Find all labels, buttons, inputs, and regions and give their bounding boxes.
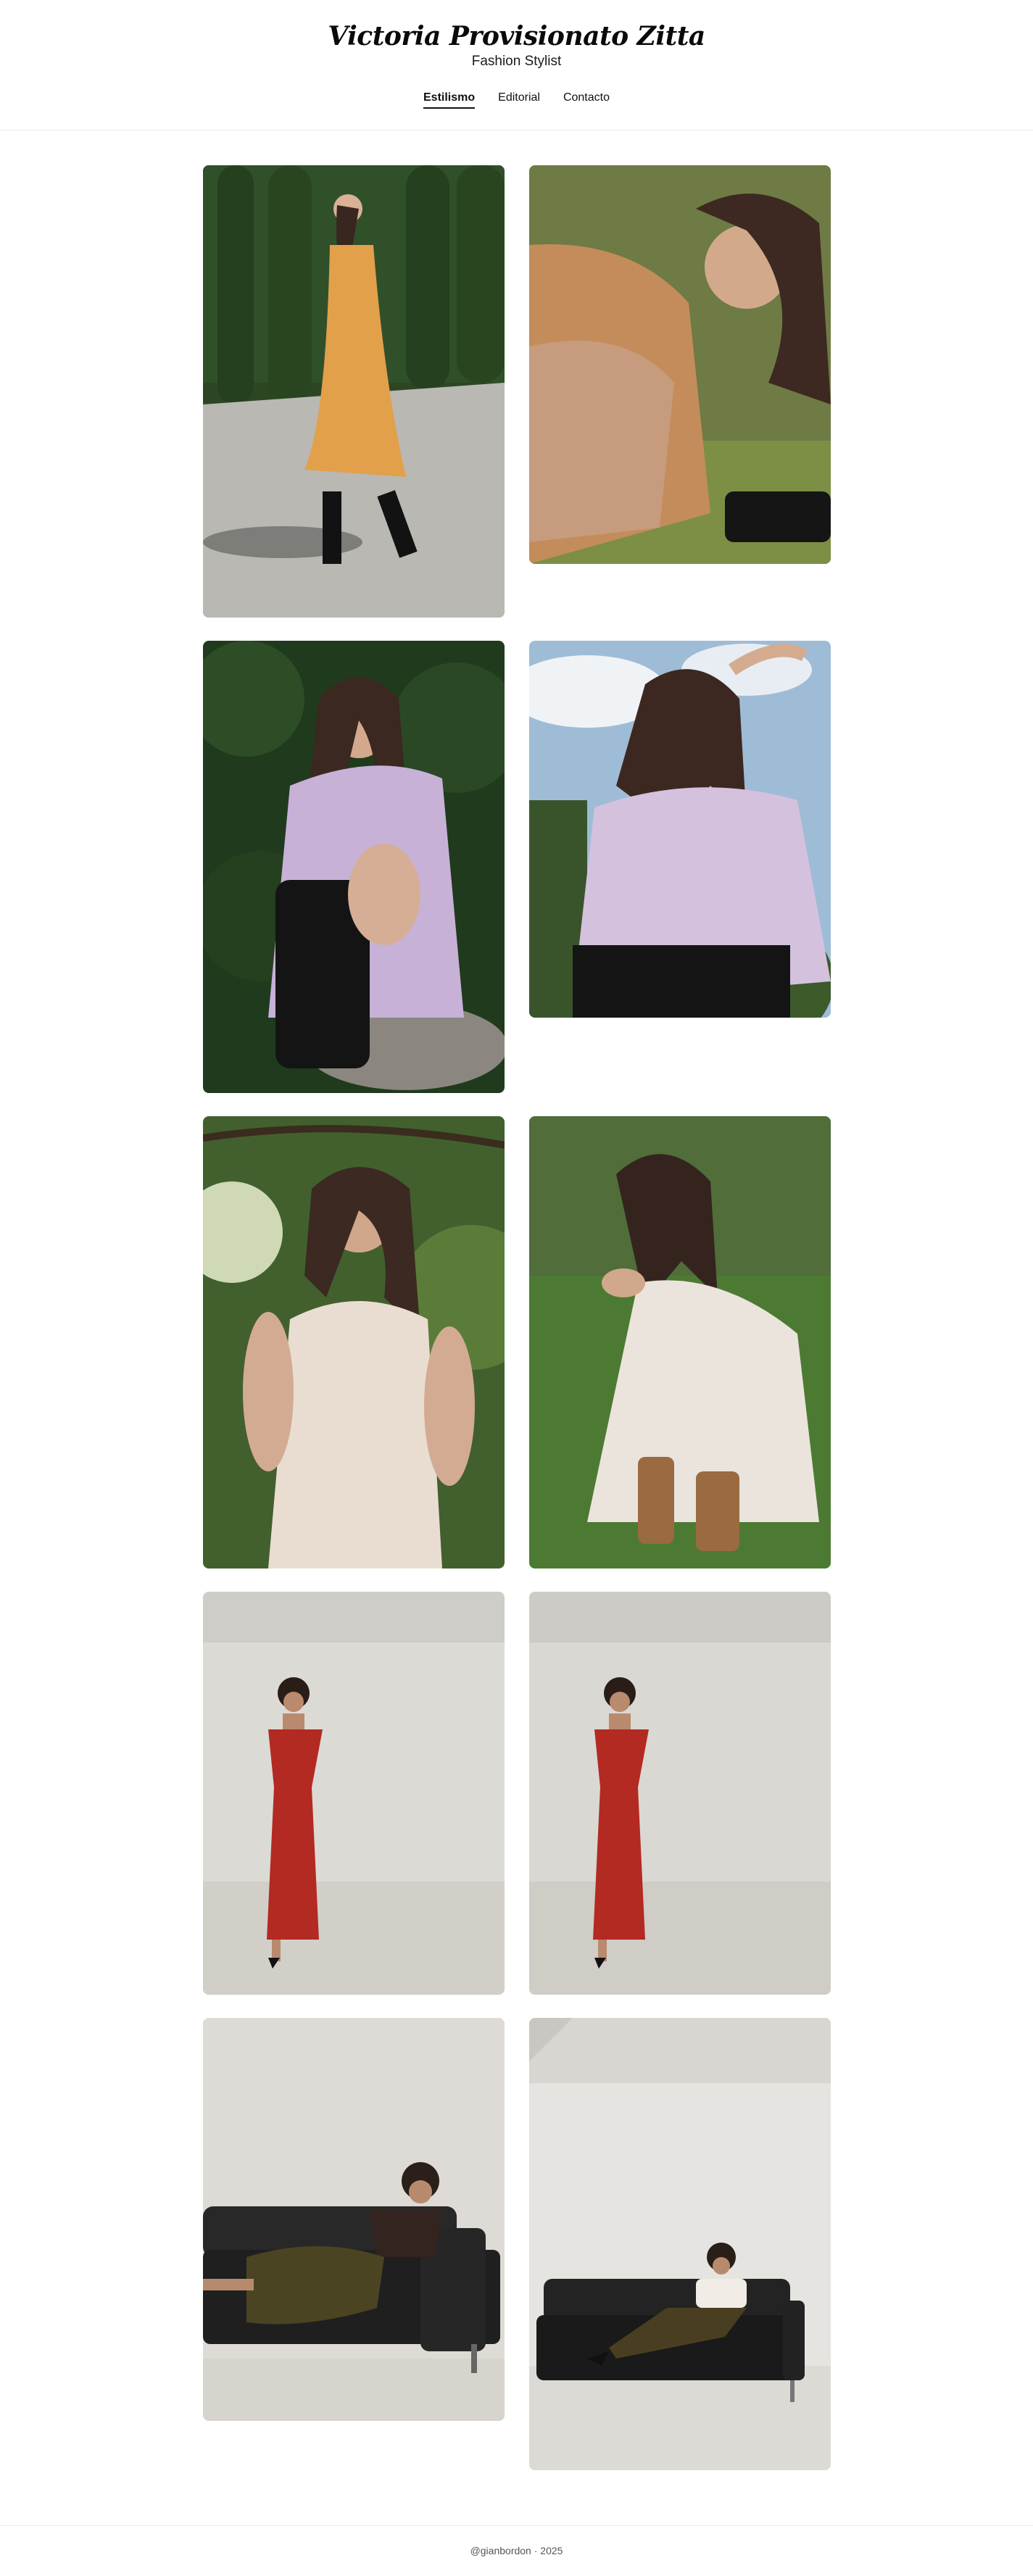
- photo-tile-3[interactable]: [203, 641, 505, 1093]
- photo-lilac-blouse-sky: [529, 641, 831, 1018]
- photo-tile-6[interactable]: [529, 1116, 831, 1569]
- photo-lilac-blouse-seated: [203, 641, 505, 1093]
- photo-sofa-recline: [203, 2018, 505, 2421]
- site-subtitle: Fashion Stylist: [471, 54, 562, 69]
- photo-tile-4[interactable]: [529, 641, 831, 1018]
- nav-estilismo[interactable]: Estilismo: [423, 90, 476, 109]
- main-nav: Estilismo Editorial Contacto: [0, 90, 1033, 109]
- photo-crochet-dress-crouch: [529, 1116, 831, 1569]
- site-header: Victoria Provisionato Zitta Fashion Styl…: [0, 0, 1033, 130]
- photo-tile-2[interactable]: [529, 165, 831, 564]
- photo-sofa-seated: [529, 2018, 831, 2470]
- photo-crochet-dress-tree: [203, 1116, 505, 1569]
- site-footer: @gianbordon · 2025: [0, 2525, 1033, 2576]
- photo-tile-8[interactable]: [529, 1592, 831, 1995]
- nav-contacto[interactable]: Contacto: [563, 90, 610, 109]
- photo-tile-9[interactable]: [203, 2018, 505, 2421]
- photo-sitting-floral: [529, 165, 831, 564]
- footer-credit[interactable]: @gianbordon · 2025: [0, 2545, 1033, 2556]
- photo-red-gown-2: [529, 1592, 831, 1995]
- site-title[interactable]: Victoria Provisionato Zitta: [0, 19, 1033, 54]
- photo-tile-5[interactable]: [203, 1116, 505, 1569]
- photo-tile-7[interactable]: [203, 1592, 505, 1995]
- photo-tile-1[interactable]: [203, 165, 505, 618]
- photo-tile-10[interactable]: [529, 2018, 831, 2470]
- photo-orange-dress: [203, 165, 505, 618]
- nav-editorial[interactable]: Editorial: [498, 90, 540, 109]
- photo-red-gown-1: [203, 1592, 505, 1995]
